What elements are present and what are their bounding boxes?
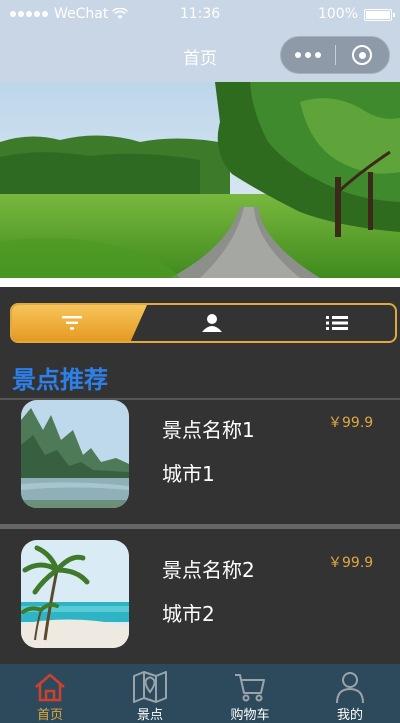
filter-icon [62,316,82,330]
filter-segment-sort[interactable] [12,305,132,341]
close-circle-icon [352,45,373,65]
filter-bar [10,303,397,343]
karst-river-photo [21,400,129,508]
more-button[interactable] [281,52,335,58]
nav-bar: 首页 [0,30,400,82]
item-thumbnail [21,400,129,508]
item-name: 景点名称1 [162,418,255,442]
tab-home[interactable]: 首页 [0,664,100,723]
tab-mine[interactable]: 我的 [300,664,400,723]
item-city: 城市2 [162,602,215,626]
home-icon [35,673,65,702]
person-icon [336,672,364,704]
map-icon [133,671,167,703]
item-name: 景点名称2 [162,558,255,582]
list-divider [0,524,400,529]
tab-label: 景点 [136,708,163,723]
tab-attractions[interactable]: 景点 [100,664,200,723]
filter-segment-user[interactable] [147,305,277,341]
list-item[interactable]: 景点名称1 城市1 ￥99.9 [0,400,400,524]
tab-bar: 首页 景点 购物车 我的 [0,664,400,723]
tab-label: 购物车 [230,708,270,723]
list-item[interactable]: 景点名称2 城市2 ￥99.9 [0,538,400,662]
user-icon [202,314,222,332]
banner-image[interactable] [0,82,400,278]
close-button[interactable] [335,45,389,65]
item-price: ￥99.9 [328,415,374,431]
banner-bottom-strip [0,278,400,287]
item-city: 城市1 [162,462,215,486]
tab-label: 首页 [36,708,63,723]
item-price: ￥99.9 [328,555,374,571]
filter-segment-list[interactable] [277,305,395,341]
cart-icon [235,674,265,702]
battery-icon [364,9,395,21]
palm-beach-photo [21,540,129,648]
landscape-photo [0,82,400,278]
battery-percent: 100% [317,6,358,22]
status-bar: WeChat 11:36 100% [0,0,400,30]
section-title: 景点推荐 [12,366,108,394]
tab-cart[interactable]: 购物车 [200,664,300,723]
item-thumbnail [21,540,129,648]
list-icon [326,316,348,330]
tab-label: 我的 [336,708,363,723]
mini-program-capsule [280,36,390,74]
